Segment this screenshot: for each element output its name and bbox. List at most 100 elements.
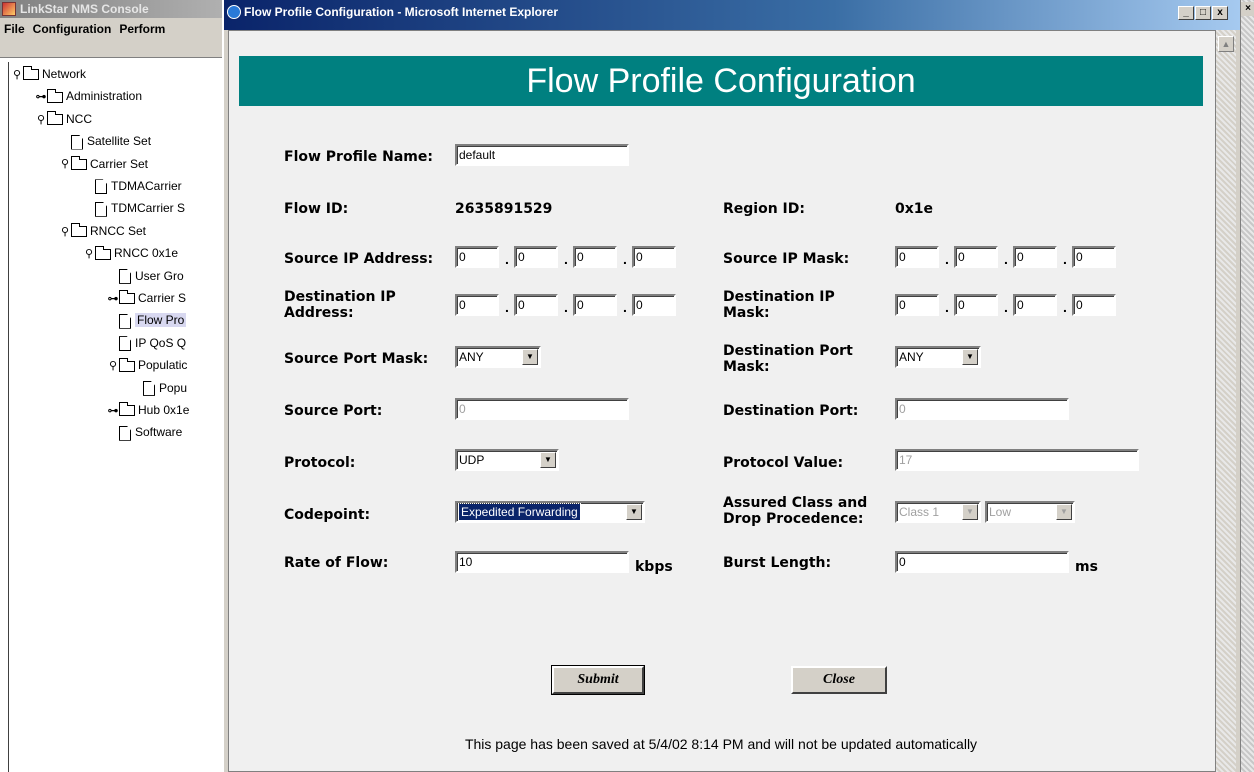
profile-name-input[interactable] (455, 144, 629, 166)
dst-ip-octet-input[interactable] (573, 294, 617, 316)
document-icon (143, 380, 155, 396)
dst-mask-octet-input[interactable] (895, 294, 939, 316)
tree-item[interactable]: TDMCarrier S (83, 198, 185, 218)
dropdown-arrow-icon[interactable]: ▼ (626, 504, 642, 520)
src-mask-octet-input[interactable] (1013, 246, 1057, 268)
tree-item-label: Network (42, 67, 87, 81)
background-window-edge: × (1240, 0, 1254, 772)
vertical-scrollbar[interactable]: ▲ (1216, 30, 1236, 772)
src-mask-octet-input[interactable] (954, 246, 998, 268)
tree-item[interactable]: ⚲ Populatic (107, 355, 187, 375)
collapsed-node-icon[interactable]: ⊶ (107, 401, 119, 421)
expanded-node-icon[interactable]: ⚲ (59, 222, 71, 242)
src-mask-octet-input[interactable] (895, 246, 939, 268)
collapsed-node-icon[interactable]: ⊶ (35, 87, 47, 107)
rate-input[interactable] (455, 551, 629, 573)
dst-ip-octet-input[interactable] (514, 294, 558, 316)
src-ip-octet-input[interactable] (573, 246, 617, 268)
dst-port-input[interactable] (895, 398, 1069, 420)
tree-item[interactable]: ⚲ NCC (35, 109, 92, 129)
octet-separator: . (1063, 299, 1067, 315)
close-button[interactable]: Close (791, 666, 887, 694)
close-window-button[interactable]: x (1212, 6, 1228, 20)
tree-item[interactable]: Popu (131, 378, 187, 398)
src-ip-label: Source IP Address: (284, 251, 434, 267)
burst-input[interactable] (895, 551, 1069, 573)
dropdown-arrow-icon[interactable]: ▼ (962, 349, 978, 365)
tree-item[interactable]: IP QoS Q (107, 333, 186, 353)
expanded-node-icon[interactable]: ⚲ (83, 244, 95, 264)
tree-item[interactable]: ⊶ Administration (35, 86, 142, 106)
ie-titlebar: Flow Profile Configuration - Microsoft I… (224, 0, 1240, 30)
tree-item[interactable]: User Gro (107, 266, 184, 286)
dropdown-arrow-icon[interactable]: ▼ (540, 452, 556, 468)
dst-port-mask-select[interactable]: ANY ▼ (895, 346, 981, 368)
collapsed-node-icon[interactable]: ⊶ (107, 289, 119, 309)
assured-class-value: Class 1 (899, 505, 940, 519)
expanded-node-icon[interactable]: ⚲ (107, 356, 119, 376)
maximize-button[interactable]: □ (1195, 6, 1211, 20)
octet-separator: . (623, 299, 627, 315)
src-port-mask-select[interactable]: ANY ▼ (455, 346, 541, 368)
octet-separator: . (623, 251, 627, 267)
dst-mask-octet-input[interactable] (1072, 294, 1116, 316)
close-icon[interactable]: × (1241, 2, 1254, 16)
dst-mask-octet-input[interactable] (1013, 294, 1057, 316)
protocol-select[interactable]: UDP ▼ (455, 449, 559, 471)
tree-item-label: User Gro (135, 268, 184, 283)
tree-item[interactable]: TDMACarrier (83, 176, 182, 196)
protocol-value: UDP (459, 453, 485, 467)
octet-separator: . (505, 299, 509, 315)
codepoint-select[interactable]: Expedited Forwarding ▼ (455, 501, 645, 523)
ie-title: Flow Profile Configuration - Microsoft I… (244, 5, 559, 19)
expanded-node-icon[interactable]: ⚲ (35, 110, 47, 130)
tree-item[interactable]: Flow Pro (107, 310, 187, 330)
dst-ip-octet-input[interactable] (632, 294, 676, 316)
codepoint-value: Expedited Forwarding (458, 503, 581, 521)
scroll-up-arrow-icon[interactable]: ▲ (1218, 36, 1234, 52)
protocol-num-input[interactable] (895, 449, 1139, 471)
src-port-input[interactable] (455, 398, 629, 420)
folder-icon (95, 245, 111, 260)
assured-class-select[interactable]: Class 1 ▼ (895, 501, 981, 523)
dropdown-arrow-icon[interactable]: ▼ (1056, 504, 1072, 520)
expanded-node-icon[interactable]: ⚲ (11, 65, 23, 85)
src-port-mask-label: Source Port Mask: (284, 351, 429, 367)
tree-item[interactable]: ⚲ RNCC Set (59, 221, 146, 241)
src-mask-octet-input[interactable] (1072, 246, 1116, 268)
linkstar-app-icon (2, 2, 16, 16)
src-ip-octet-input[interactable] (632, 246, 676, 268)
tree-item-label: Populatic (138, 358, 188, 373)
tree-item[interactable]: ⚲ Carrier Set (59, 154, 148, 174)
dropdown-arrow-icon[interactable]: ▼ (962, 504, 978, 520)
menu-configuration[interactable]: Configuration (29, 18, 116, 40)
folder-icon (119, 357, 135, 372)
tree-item[interactable]: Satellite Set (59, 131, 151, 151)
tree-item[interactable]: ⚲ RNCC 0x1e (83, 243, 178, 263)
src-port-mask-value: ANY (459, 350, 484, 364)
dropdown-arrow-icon[interactable]: ▼ (522, 349, 538, 365)
submit-button[interactable]: Submit (551, 665, 645, 695)
tree-item[interactable]: ⊶ Hub 0x1e (107, 400, 189, 420)
tree-item-label: IP QoS Q (135, 335, 187, 350)
tree-item[interactable]: ⚲ Network (11, 64, 86, 84)
tree-item-label: Hub 0x1e (138, 403, 190, 417)
src-ip-octet-input[interactable] (514, 246, 558, 268)
tree-item-label: Administration (66, 89, 143, 104)
tree-item[interactable]: ⊶ Carrier S (107, 288, 186, 308)
minimize-button[interactable]: _ (1178, 6, 1194, 20)
octet-separator: . (505, 251, 509, 267)
drop-precedence-select[interactable]: Low ▼ (985, 501, 1075, 523)
page-content: Flow Profile Configuration Flow Profile … (228, 30, 1216, 772)
dst-ip-octet-input[interactable] (455, 294, 499, 316)
octet-separator: . (1004, 251, 1008, 267)
drop-precedence-value: Low (989, 505, 1012, 519)
dst-mask-octet-input[interactable] (954, 294, 998, 316)
src-ip-octet-input[interactable] (455, 246, 499, 268)
tree-item-label: Carrier S (138, 291, 187, 305)
expanded-node-icon[interactable]: ⚲ (59, 154, 71, 174)
tree-item[interactable]: Software (107, 422, 182, 442)
menu-perform[interactable]: Perform (115, 18, 169, 40)
menu-file[interactable]: File (0, 18, 29, 40)
protocol-num-label: Protocol Value: (723, 455, 844, 471)
